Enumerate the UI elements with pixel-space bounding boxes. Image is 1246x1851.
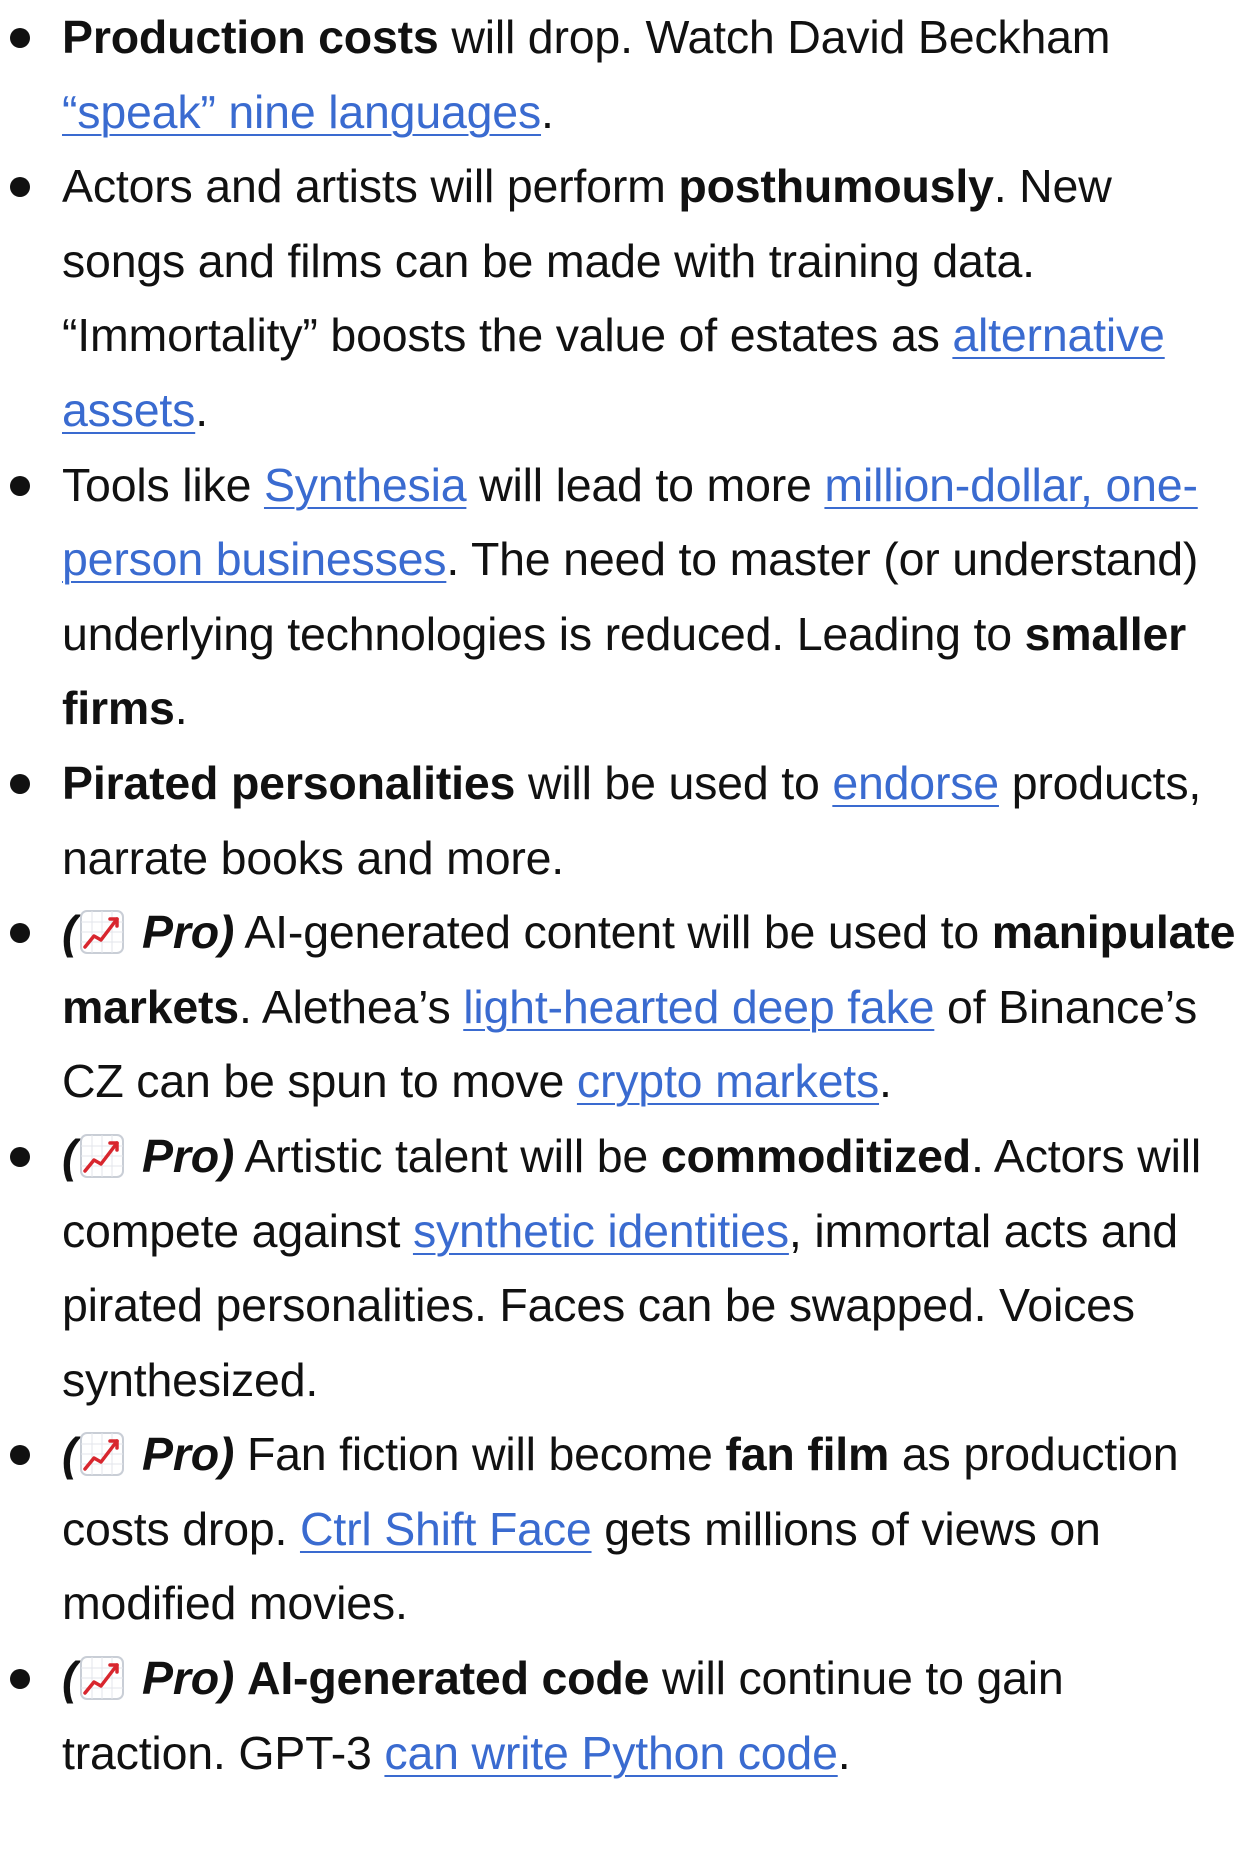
body-text: Fan fiction will become	[234, 1428, 726, 1481]
list-item-1: Production costs will drop. Watch David …	[0, 0, 1246, 149]
body-text: Tools like	[62, 458, 264, 511]
body-text: . Alethea’s	[238, 980, 464, 1033]
chart-increasing-icon	[80, 910, 125, 955]
body-text: Actors and artists will perform	[62, 160, 679, 213]
inline-link[interactable]: crypto markets	[577, 1055, 879, 1107]
list-item-7: ( Pro) Fan fiction will become fan film …	[0, 1417, 1246, 1641]
inline-link[interactable]: endorse	[832, 757, 999, 809]
bold-text: commoditized	[660, 1129, 972, 1182]
body-text: will be used to	[515, 756, 833, 809]
pro-tag-label: Pro)	[129, 1428, 235, 1481]
bold-text: AI-generated code	[246, 1652, 650, 1705]
pro-tag-label: Pro)	[129, 1652, 235, 1705]
pro-tag-label: Pro)	[129, 1129, 235, 1182]
pro-tag: ( Pro)	[62, 906, 234, 958]
bold-text: Pirated personalities	[62, 756, 516, 809]
pro-tag-label: Pro)	[129, 906, 235, 959]
bold-text: Production costs	[62, 11, 439, 63]
inline-link[interactable]: light-hearted deep fake	[463, 981, 934, 1033]
body-text: .	[541, 85, 554, 138]
body-text: .	[879, 1055, 892, 1108]
chart-increasing-icon	[80, 1432, 125, 1477]
pro-tag-open-paren: (	[62, 1652, 78, 1705]
list-item-2: Actors and artists will perform posthumo…	[0, 149, 1246, 447]
body-text: .	[174, 682, 188, 735]
bullet-list: Production costs will drop. Watch David …	[0, 0, 1246, 1790]
pro-tag-open-paren: (	[62, 1129, 78, 1182]
pro-tag: ( Pro)	[62, 1428, 234, 1480]
body-text: .	[195, 383, 208, 436]
body-text	[234, 1652, 247, 1704]
body-text: will lead to more	[466, 458, 825, 511]
pro-tag-open-paren: (	[62, 906, 78, 959]
bold-text: posthumously	[678, 160, 994, 213]
inline-link[interactable]: Synthesia	[264, 459, 467, 511]
chart-increasing-icon	[80, 1133, 125, 1178]
inline-link[interactable]: “speak” nine languages	[62, 86, 541, 138]
body-text: will drop. Watch David Beckham	[438, 11, 1111, 63]
list-item-3: Tools like Synthesia will lead to more m…	[0, 448, 1246, 746]
list-item-8: ( Pro) AI-generated code will continue t…	[0, 1641, 1246, 1790]
bold-text: fan film	[725, 1428, 890, 1481]
body-text: Artistic talent will be	[234, 1129, 661, 1182]
inline-link[interactable]: Ctrl Shift Face	[300, 1503, 592, 1555]
inline-link[interactable]: can write Python code	[384, 1727, 838, 1779]
body-text: .	[837, 1726, 851, 1779]
list-item-5: ( Pro) AI-generated content will be used…	[0, 895, 1246, 1119]
pro-tag: ( Pro)	[62, 1130, 234, 1182]
body-text: AI-generated content will be used to	[234, 906, 992, 959]
pro-tag-open-paren: (	[62, 1428, 78, 1481]
inline-link[interactable]: synthetic identities	[413, 1205, 789, 1257]
pro-tag: ( Pro)	[62, 1652, 234, 1704]
list-item-4: Pirated personalities will be used to en…	[0, 746, 1246, 895]
chart-increasing-icon	[80, 1656, 125, 1701]
list-item-6: ( Pro) Artistic talent will be commoditi…	[0, 1119, 1246, 1417]
